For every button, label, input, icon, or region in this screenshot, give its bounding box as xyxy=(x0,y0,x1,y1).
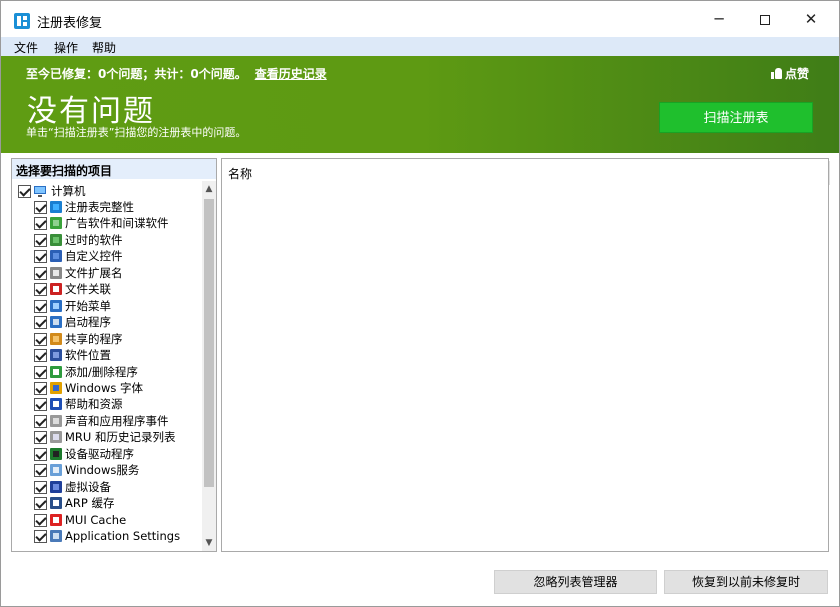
start-menu-icon xyxy=(50,299,62,312)
item-checkbox[interactable] xyxy=(34,480,47,494)
tree-item-label: 过时的软件 xyxy=(65,232,123,247)
font-icon xyxy=(50,381,62,394)
virtual-device-icon xyxy=(50,480,62,493)
item-checkbox[interactable] xyxy=(34,332,47,346)
tree-item-label: 软件位置 xyxy=(65,348,111,363)
maximize-icon xyxy=(760,14,770,25)
scan-registry-button[interactable]: 扫描注册表 xyxy=(659,102,813,133)
scan-items-panel: 选择要扫描的项目 计算机 注册表完整性 广告软件和间谍软件 过时的软件 自定义控件 文件… xyxy=(11,158,217,552)
tree-item-label: ARP 缓存 xyxy=(65,496,115,511)
item-checkbox[interactable] xyxy=(34,217,47,231)
history-icon xyxy=(50,431,62,444)
title-bar: 注册表修复 ─ ✕ xyxy=(1,1,839,37)
window-title: 注册表修复 xyxy=(37,16,103,31)
scroll-down-icon[interactable]: ▼ xyxy=(202,535,216,551)
shared-program-icon xyxy=(50,332,62,345)
item-checkbox[interactable] xyxy=(34,316,47,330)
file-extension-icon xyxy=(50,266,62,279)
app-settings-icon xyxy=(50,530,62,542)
tree-item-label: 启动程序 xyxy=(65,315,111,330)
item-checkbox[interactable] xyxy=(34,414,47,428)
app-icon xyxy=(14,13,30,29)
tree-item-label: 添加/删除程序 xyxy=(65,364,138,379)
ignore-list-manager-button[interactable]: 忽略列表管理器 xyxy=(494,570,657,594)
tree-item-label: Application Settings xyxy=(65,529,181,543)
item-checkbox[interactable] xyxy=(34,233,47,247)
item-checkbox[interactable] xyxy=(34,250,47,264)
root-checkbox[interactable] xyxy=(18,185,31,198)
scroll-thumb[interactable] xyxy=(204,199,214,487)
item-checkbox[interactable] xyxy=(34,398,47,412)
tree-item-label: 开始菜单 xyxy=(65,298,111,313)
tree-item-label: 注册表完整性 xyxy=(65,200,134,214)
adware-icon xyxy=(50,217,62,230)
service-icon xyxy=(50,464,62,477)
history-link[interactable]: 查看历史记录 xyxy=(255,67,327,81)
item-checkbox[interactable] xyxy=(34,464,47,478)
controls-icon xyxy=(50,250,62,263)
registry-icon xyxy=(50,201,62,213)
tree-item-label: Windows服务 xyxy=(65,463,140,478)
like-label: 点赞 xyxy=(784,67,809,81)
tree-item-label: 设备驱动程序 xyxy=(65,446,134,461)
repair-stats: 至今已修复：0个问题；共计：0个问题。 查看历史记录 xyxy=(26,65,327,82)
scan-hint: 单击“扫描注册表”扫描您的注册表中的问题。 xyxy=(26,126,247,139)
tree-item-label: 帮助和资源 xyxy=(65,397,123,412)
item-checkbox[interactable] xyxy=(34,299,47,313)
tree-item-label: 文件扩展名 xyxy=(65,265,123,280)
arp-icon xyxy=(50,497,62,510)
restore-previous-button[interactable]: 恢复到以前未修复时 xyxy=(664,570,828,594)
software-location-icon xyxy=(50,349,62,362)
item-checkbox[interactable] xyxy=(34,513,47,527)
menu-action[interactable]: 操作 xyxy=(54,39,78,56)
tree-item-label: 声音和应用程序事件 xyxy=(65,413,169,428)
maximize-button[interactable] xyxy=(742,1,788,37)
tree-item-label: MRU 和历史记录列表 xyxy=(65,430,176,445)
tree-item-label: 共享的程序 xyxy=(65,331,123,346)
sound-icon xyxy=(50,414,62,427)
scan-items-tree: 计算机 注册表完整性广告软件和间谍软件 过时的软件自定义控件 文件扩展名文件关联 开始… xyxy=(12,181,202,551)
stats-text: 至今已修复：0个问题；共计：0个问题。 xyxy=(26,67,247,81)
thumbs-up-icon xyxy=(770,68,783,79)
tree-item-label: 广告软件和间谍软件 xyxy=(65,216,169,231)
minimize-button[interactable]: ─ xyxy=(696,1,742,37)
help-icon xyxy=(50,398,62,411)
like-button[interactable]: 点赞 xyxy=(770,65,809,82)
menu-help[interactable]: 帮助 xyxy=(92,39,116,56)
tree-item-label: 文件关联 xyxy=(65,282,111,297)
startup-icon xyxy=(50,316,62,329)
driver-icon xyxy=(50,447,62,460)
tree-item-label: Windows 字体 xyxy=(65,380,143,395)
tree-item-label: 虚拟设备 xyxy=(65,479,111,494)
tree-item-label: 自定义控件 xyxy=(65,249,123,264)
add-remove-icon xyxy=(50,365,62,378)
root-label: 计算机 xyxy=(51,184,86,198)
item-checkbox[interactable] xyxy=(34,447,47,461)
computer-icon xyxy=(34,186,46,197)
item-checkbox[interactable] xyxy=(34,365,47,379)
tree-scrollbar[interactable]: ▲ ▼ xyxy=(202,181,216,551)
status-banner: 至今已修复：0个问题；共计：0个问题。 查看历史记录 点赞 没有问题 单击“扫描注… xyxy=(1,56,839,153)
item-checkbox[interactable] xyxy=(34,266,47,280)
results-panel: 名称 xyxy=(221,158,830,552)
item-checkbox[interactable] xyxy=(34,530,47,543)
item-checkbox[interactable] xyxy=(34,431,47,445)
column-separator xyxy=(829,161,830,185)
item-checkbox[interactable] xyxy=(34,497,47,511)
item-checkbox[interactable] xyxy=(34,349,47,363)
item-checkbox[interactable] xyxy=(34,381,47,395)
close-button[interactable]: ✕ xyxy=(788,1,834,37)
item-checkbox[interactable] xyxy=(34,283,47,297)
file-association-icon xyxy=(50,283,62,296)
mui-cache-icon xyxy=(50,513,62,526)
trash-icon xyxy=(50,233,62,246)
tree-item-label: MUI Cache xyxy=(65,512,127,527)
main-window: 注册表修复 ─ ✕ 文件 操作 帮助 至今已修复：0个问题；共计：0个问题。 查看… xyxy=(0,0,840,607)
menu-bar: 文件 操作 帮助 xyxy=(1,37,839,56)
scroll-up-icon[interactable]: ▲ xyxy=(202,181,216,197)
menu-file[interactable]: 文件 xyxy=(14,39,38,56)
scan-items-header: 选择要扫描的项目 xyxy=(12,159,216,179)
column-header-name[interactable]: 名称 xyxy=(228,165,252,182)
item-checkbox[interactable] xyxy=(34,201,47,214)
